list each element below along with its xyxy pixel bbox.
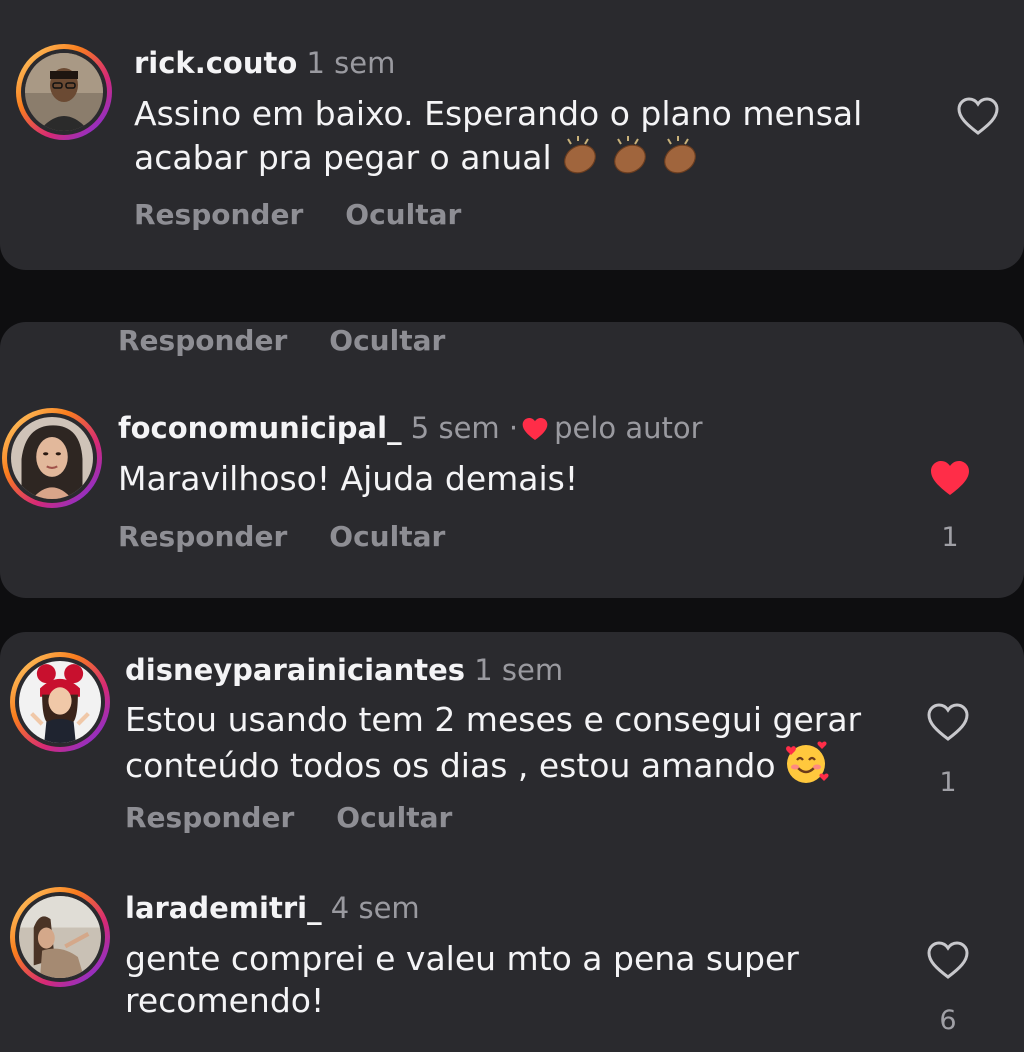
avatar[interactable] [2,408,102,508]
avatar-photo [19,661,101,743]
hide-button[interactable]: Ocultar [336,801,452,834]
comment-text: gente comprei e valeu mto a pena super r… [125,938,799,1022]
comment-text: Maravilhoso! Ajuda demais! [118,458,578,500]
comment-header: foconomunicipal_ 5 sem · pelo autor [118,410,703,446]
reply-button[interactable]: Responder [118,520,287,553]
comment-text-line: acabar pra pegar o anual [134,135,862,187]
comment-actions: Responder Ocultar [134,198,461,231]
clapping-hands-emoji [558,135,708,187]
like-heart-filled-icon[interactable] [928,458,972,498]
like-heart-icon[interactable] [926,940,970,980]
smiling-face-with-hearts-emoji [782,741,830,795]
avatar[interactable] [16,44,112,140]
like-count: 1 [941,522,959,553]
hide-button[interactable]: Ocultar [329,324,445,357]
comment-text-line: gente comprei e valeu mto a pena super [125,939,799,978]
avatar[interactable] [10,652,110,752]
reply-button[interactable]: Responder [125,801,294,834]
reply-button[interactable]: Responder [134,198,303,231]
comment-text-line: Assino em baixo. Esperando o plano mensa… [134,94,863,133]
hide-button[interactable]: Ocultar [329,520,445,553]
like-heart-icon[interactable] [956,96,1000,136]
comment-text: Estou usando tem 2 meses e consegui gera… [125,699,861,795]
like-heart-icon[interactable] [926,702,970,742]
comment-actions: Responder Ocultar [118,324,445,357]
comment-text-line: conteúdo todos os dias , estou amando [125,741,861,795]
comment-card: rick.couto 1 sem Assino em baixo. Espera… [0,0,1024,270]
comment-header: larademitri_ 4 sem [125,890,420,926]
comment-card: Responder Ocultar foconomunicipal_ 5 sem … [0,322,1024,598]
comment-text: Assino em baixo. Esperando o plano mensa… [134,93,862,187]
reply-button[interactable]: Responder [118,324,287,357]
comment-text-line: Estou usando tem 2 meses e consegui gera… [125,700,862,739]
hide-button[interactable]: Ocultar [345,198,461,231]
like-count: 1 [939,767,957,798]
separator: · [508,411,519,445]
like-count: 6 [939,1005,957,1036]
username[interactable]: foconomunicipal_ [118,411,402,445]
avatar[interactable] [10,887,110,987]
author-liked-heart-icon [522,417,548,441]
comment-time: 1 sem [306,46,396,80]
username[interactable]: larademitri_ [125,891,322,925]
comment-text-line: Maravilhoso! Ajuda demais! [118,459,579,498]
avatar-photo [25,53,103,131]
avatar-photo [11,417,93,499]
comment-time: 4 sem [330,891,420,925]
comment-card: disneyparainiciantes 1 sem Estou usando … [0,632,1024,1052]
comment-text-line: recomendo! [125,981,325,1020]
comment-header: disneyparainiciantes 1 sem [125,652,563,688]
username[interactable]: disneyparainiciantes [125,653,465,687]
comment-actions: Responder Ocultar [125,801,452,834]
comment-header: rick.couto 1 sem [134,45,395,81]
username[interactable]: rick.couto [134,46,297,80]
comment-time: 5 sem [410,411,500,445]
avatar-photo [19,896,101,978]
comment-actions: Responder Ocultar [118,520,445,553]
author-badge: pelo autor [554,411,703,445]
comment-time: 1 sem [474,653,564,687]
